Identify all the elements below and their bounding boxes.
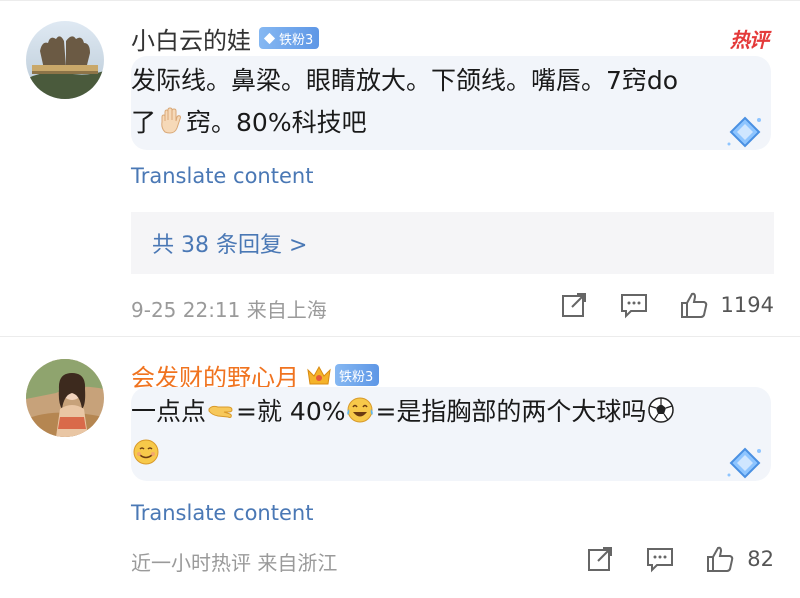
avatar[interactable] [26, 359, 104, 437]
comment-text-part2: =就 40% [236, 397, 346, 426]
fan-badge-label: 铁粉3 [339, 369, 374, 385]
comment-meta: 近一小时热评 来自浙江 [131, 551, 338, 575]
like-count: 82 [747, 547, 774, 571]
translate-link[interactable]: Translate content [131, 501, 313, 525]
like-count: 1194 [720, 293, 774, 317]
comment-item: 小白云的娃 铁粉3 热评 发际线。鼻梁。眼睛放大。下颌线。嘴唇。7窍do 了 窍… [0, 0, 800, 336]
comment-icon[interactable] [619, 290, 649, 320]
comment-bubble: 一点点 =就 40% =是指胸部的两个大球吗 [131, 387, 771, 481]
comment-actions: 82 [555, 544, 774, 574]
comment-header: 小白云的娃 铁粉3 [131, 21, 320, 56]
smiling-face-emoji-icon [133, 439, 159, 465]
view-replies-button[interactable]: 共 38 条回复 > [131, 212, 774, 274]
like-icon[interactable] [705, 544, 735, 574]
share-icon[interactable] [559, 290, 589, 320]
translate-link[interactable]: Translate content [131, 164, 313, 188]
diamond-icon [727, 116, 761, 148]
comment-actions: 1194 [529, 290, 774, 320]
fan-badge-label: 铁粉3 [279, 32, 314, 48]
gem-icon [263, 32, 276, 44]
share-icon[interactable] [585, 544, 615, 574]
comment-icon[interactable] [645, 544, 675, 574]
comment-text-line2-end: 窍。80%科技吧 [186, 108, 367, 137]
comment-text-line2-start: 了 [131, 108, 157, 137]
username[interactable]: 小白云的娃 [131, 21, 251, 56]
comment-bubble: 发际线。鼻梁。眼睛放大。下颌线。嘴唇。7窍do 了 窍。80%科技吧 [131, 56, 771, 150]
raised-hand-emoji-icon [161, 107, 182, 134]
comment-text: 发际线。鼻梁。眼睛放大。下颌线。嘴唇。7窍do 了 窍。80%科技吧 [131, 60, 725, 144]
comment-text-part1: 一点点 [131, 397, 207, 426]
comment-meta: 9-25 22:11 来自上海 [131, 298, 327, 322]
comment-item: 会发财的野心月 铁粉3 一点点 =就 40% =是指胸部的两个大球吗 Trans… [0, 336, 800, 598]
crown-icon [307, 365, 331, 385]
diamond-icon [727, 447, 761, 479]
comment-text: 一点点 =就 40% =是指胸部的两个大球吗 [131, 391, 725, 475]
fan-badge: 铁粉3 [259, 27, 320, 49]
like-icon[interactable] [679, 290, 709, 320]
fan-badge: 铁粉3 [335, 364, 380, 386]
avatar[interactable] [26, 21, 104, 99]
comment-text-line1: 发际线。鼻梁。眼睛放大。下颌线。嘴唇。7窍do [131, 66, 679, 95]
comment-feed: 小白云的娃 铁粉3 热评 发际线。鼻梁。眼睛放大。下颌线。嘴唇。7窍do 了 窍… [0, 0, 800, 598]
hot-comment-tag: 热评 [730, 28, 769, 52]
laughing-crying-emoji-icon [347, 397, 374, 423]
comment-text-part3: =是指胸部的两个大球吗 [375, 397, 647, 426]
soccer-ball-emoji-icon [648, 397, 675, 423]
pinching-hand-emoji-icon [208, 405, 233, 418]
